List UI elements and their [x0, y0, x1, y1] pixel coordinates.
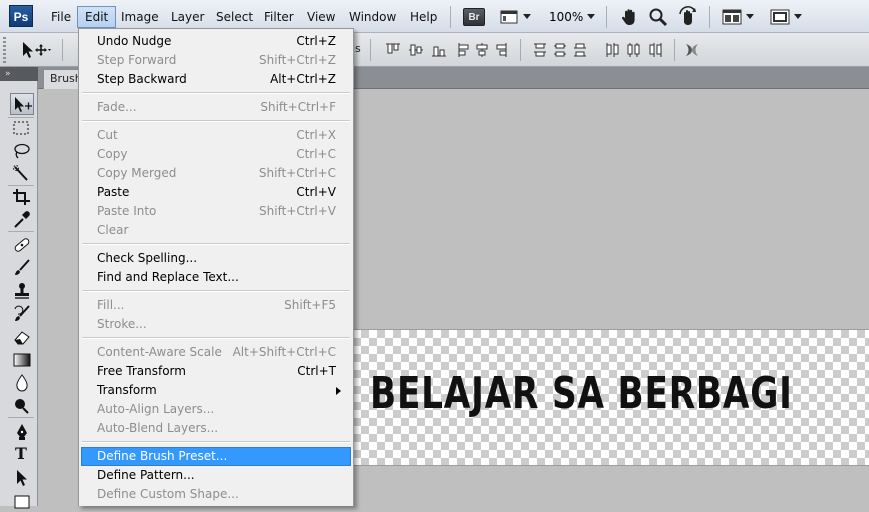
menubar-separator	[606, 6, 607, 28]
shape-tool-icon[interactable]	[10, 490, 34, 512]
options-bar-grip[interactable]	[3, 37, 6, 63]
menu-item-copy-merged: Copy Merged Shift+Ctrl+C	[97, 166, 336, 180]
options-separator	[62, 39, 63, 61]
menu-image[interactable]: Image	[114, 6, 166, 28]
dodge-tool-icon[interactable]	[10, 395, 34, 417]
menu-separator	[82, 337, 350, 339]
quick-selection-tool-icon[interactable]	[10, 163, 34, 185]
align-left-icon[interactable]	[456, 40, 512, 60]
menu-item-define-custom-shape: Define Custom Shape...	[97, 487, 239, 501]
menu-item-step-backward[interactable]: Step Backward Alt+Ctrl+Z	[81, 70, 351, 89]
options-separator	[370, 39, 371, 61]
menu-item-content-aware-scale: Content-Aware Scale Alt+Shift+Ctrl+C	[97, 345, 336, 359]
menu-item-step-forward: Step Forward Shift+Ctrl+Z	[97, 53, 336, 67]
arrange-documents-icon[interactable]	[721, 6, 743, 28]
menu-item-define-brush-preset[interactable]: Define Brush Preset...	[81, 447, 351, 466]
menu-separator	[82, 243, 350, 245]
chevron-down-icon[interactable]	[523, 14, 531, 19]
menu-item-check-spelling[interactable]: Check Spelling...	[81, 249, 351, 268]
options-separator	[674, 39, 675, 61]
menu-item-auto-blend-layers: Auto-Blend Layers...	[97, 421, 219, 435]
menu-item-stroke: Stroke...	[97, 317, 147, 331]
menu-edit[interactable]: Edit	[77, 6, 117, 28]
pen-tool-icon[interactable]	[10, 421, 34, 443]
screen-mode-icon[interactable]	[498, 6, 520, 28]
options-separator	[520, 39, 521, 61]
chevron-down-icon[interactable]	[794, 14, 802, 19]
edit-menu-dropdown: Undo Nudge Ctrl+Z Step Forward Shift+Ctrl+…	[78, 28, 354, 506]
menu-item-paste[interactable]: Paste Ctrl+V	[81, 183, 351, 202]
menu-layer[interactable]: Layer	[164, 6, 211, 28]
menubar-separator	[709, 6, 710, 28]
clone-stamp-tool-icon[interactable]	[10, 280, 34, 302]
bridge-icon[interactable]: Br	[463, 8, 485, 26]
menu-separator	[82, 92, 350, 94]
menu-file[interactable]: File	[44, 6, 78, 28]
path-selection-tool-icon[interactable]	[10, 467, 34, 489]
menu-separator	[82, 441, 350, 443]
blur-tool-icon[interactable]	[10, 372, 34, 394]
menu-window[interactable]: Window	[342, 6, 403, 28]
document-canvas[interactable]: BELAJAR SA BERBAGI	[353, 330, 869, 465]
tools-panel: T	[0, 81, 38, 509]
canvas-text-layer[interactable]: BELAJAR SA BERBAGI	[370, 368, 792, 419]
align-top-icon[interactable]	[384, 40, 456, 60]
brush-tool-icon[interactable]	[10, 257, 34, 279]
menubar-separator	[450, 6, 451, 28]
menu-view[interactable]: View	[300, 6, 342, 28]
hand-icon[interactable]	[619, 6, 641, 28]
photoshop-logo: Ps	[9, 5, 33, 27]
menu-item-fill: Fill... Shift+F5	[97, 298, 336, 312]
menu-item-undo-nudge[interactable]: Undo Nudge Ctrl+Z	[81, 32, 351, 51]
menu-item-cut: Cut Ctrl+X	[97, 128, 336, 142]
chevron-down-icon[interactable]	[587, 14, 595, 19]
menu-separator	[82, 120, 350, 122]
gradient-tool-icon[interactable]	[10, 349, 34, 371]
menu-item-copy: Copy Ctrl+C	[97, 147, 336, 161]
menu-item-define-pattern[interactable]: Define Pattern...	[81, 466, 351, 485]
move-tool-icon[interactable]	[10, 93, 34, 115]
rotate-view-icon[interactable]	[677, 6, 699, 28]
menu-item-fade: Fade... Shift+Ctrl+F	[97, 100, 336, 114]
menu-select[interactable]: Select	[209, 6, 260, 28]
menu-item-auto-align-layers: Auto-Align Layers...	[97, 402, 215, 416]
move-tool-icon[interactable]	[20, 40, 54, 60]
screen-mode-icon[interactable]	[769, 6, 791, 28]
menu-separator	[82, 290, 350, 292]
menu-help[interactable]: Help	[403, 6, 444, 28]
chevron-down-icon[interactable]	[746, 14, 754, 19]
type-tool-glyph: T	[15, 444, 27, 463]
eraser-tool-icon[interactable]	[10, 326, 34, 348]
tools-panel-header[interactable]: »	[0, 67, 38, 81]
marquee-tool-icon[interactable]	[10, 117, 34, 139]
distribute-left-icon[interactable]	[604, 40, 668, 60]
menu-item-find-replace-text[interactable]: Find and Replace Text...	[81, 268, 351, 287]
distribute-top-icon[interactable]	[532, 40, 598, 60]
menu-item-clear: Clear	[97, 223, 129, 237]
zoom-level[interactable]: 100%	[549, 6, 583, 28]
menu-filter[interactable]: Filter	[257, 6, 301, 28]
lasso-tool-icon[interactable]	[10, 140, 34, 162]
healing-brush-tool-icon[interactable]	[10, 234, 34, 256]
menu-item-free-transform[interactable]: Free Transform Ctrl+T	[81, 362, 351, 381]
crop-tool-icon[interactable]	[10, 186, 34, 208]
type-tool-icon[interactable]: T	[10, 444, 34, 466]
tool-separator	[8, 231, 34, 232]
menu-item-transform[interactable]: Transform	[81, 381, 351, 400]
submenu-arrow-icon	[336, 387, 341, 395]
eyedropper-tool-icon[interactable]	[10, 209, 34, 231]
history-brush-tool-icon[interactable]	[10, 303, 34, 325]
zoom-icon[interactable]	[647, 6, 669, 28]
auto-align-icon[interactable]	[682, 40, 702, 60]
menu-item-paste-into: Paste Into Shift+Ctrl+V	[97, 204, 336, 218]
tool-separator	[8, 417, 34, 418]
collapse-panel-icon[interactable]: »	[5, 67, 10, 81]
